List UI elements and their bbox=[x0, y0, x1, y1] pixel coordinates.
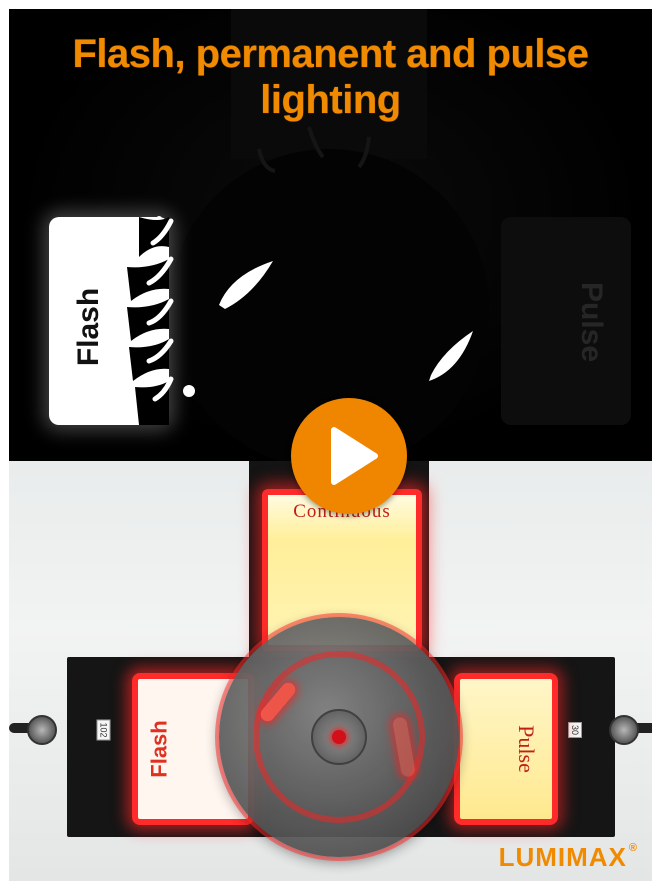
left-connector bbox=[27, 715, 57, 745]
play-icon bbox=[331, 427, 378, 485]
pulse-label-lit: Pulse bbox=[514, 725, 539, 773]
left-tag: 102 bbox=[96, 719, 111, 741]
video-frame-lit: Continuous 102 30 Flash Pulse bbox=[9, 461, 652, 881]
video-player[interactable]: Flash, permanent and pulse lighting Flas… bbox=[9, 9, 652, 881]
flash-label-lit: Flash bbox=[147, 720, 172, 778]
rotating-disc bbox=[219, 617, 459, 857]
play-button[interactable] bbox=[291, 398, 407, 514]
video-title: Flash, permanent and pulse lighting bbox=[72, 32, 589, 122]
disc-hub bbox=[311, 709, 367, 765]
brand-logo: LUMIMAX ® bbox=[498, 842, 638, 872]
pulse-label-dark: Pulse bbox=[575, 281, 609, 363]
video-frame-dark: Flash, permanent and pulse lighting Flas… bbox=[9, 9, 652, 461]
right-connector bbox=[609, 715, 639, 745]
hub-led bbox=[332, 730, 346, 744]
pulse-panel-dark: Pulse bbox=[501, 217, 631, 425]
pulse-panel-lit: Pulse bbox=[454, 673, 558, 825]
right-tag: 30 bbox=[568, 721, 583, 739]
